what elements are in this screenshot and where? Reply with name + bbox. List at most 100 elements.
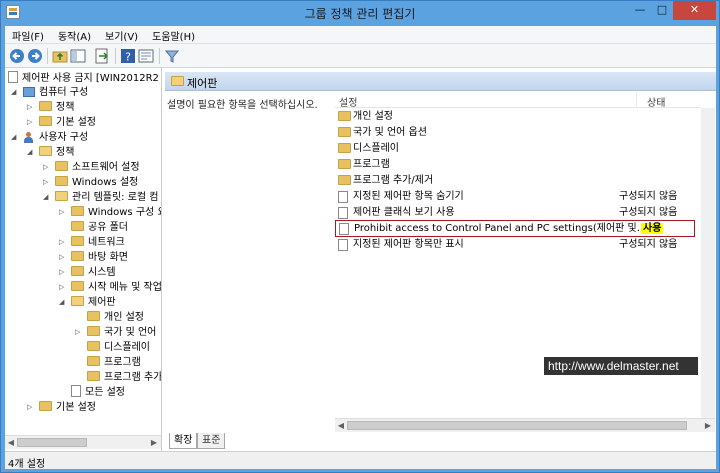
tree-add-programs[interactable]: 프로그램 추가 (87, 370, 161, 385)
detail-header-title: 제어판 (187, 77, 218, 90)
tree-computer-preferences[interactable]: ▷ 기본 설정 (27, 115, 96, 130)
menu-action[interactable]: 동작(A) (51, 26, 98, 45)
column-state[interactable]: 상태 (647, 94, 665, 109)
tree-windows-settings[interactable]: ▷ Windows 설정 (43, 175, 138, 190)
expand-right-icon[interactable]: ▷ (43, 163, 52, 172)
menu-help[interactable]: 도움말(H) (145, 26, 202, 45)
tree-user-config[interactable]: ◢ 사용자 구성 (11, 130, 88, 145)
export-list-icon[interactable] (94, 48, 110, 64)
tree-desktop[interactable]: ▷ 바탕 화면 (59, 250, 128, 265)
folder-icon (39, 116, 52, 126)
tree-computer-policies[interactable]: ▷ 정책 (27, 100, 74, 115)
tree-personalization[interactable]: 개인 설정 (87, 310, 144, 325)
folder-icon (71, 281, 84, 291)
policy-doc-icon (71, 385, 81, 397)
expand-right-icon[interactable]: ▷ (27, 403, 36, 412)
folder-icon (71, 251, 84, 261)
tab-standard[interactable]: 표준 (197, 433, 226, 449)
tree-network[interactable]: ▷ 네트워크 (59, 235, 125, 250)
scrollbar-thumb[interactable] (17, 438, 87, 447)
list-item[interactable]: 개인 설정 (335, 109, 695, 124)
detail-pane: 제어판 설명이 필요한 항목을 선택하십시오. 설정 상태 개인 설정 국가 및… (165, 68, 716, 451)
minimize-button[interactable]: — (629, 1, 651, 20)
folder-icon (338, 175, 351, 185)
tab-extended[interactable]: 확장 (169, 433, 198, 449)
tree-admin-templates[interactable]: ◢ 관리 템플릿: 로컬 컴 (43, 190, 159, 205)
watermark-text: http://www.delmaster.net (544, 357, 698, 375)
expand-right-icon[interactable]: ▷ (59, 268, 68, 277)
tree-display[interactable]: 디스플레이 (87, 340, 150, 355)
tree-start-menu[interactable]: ▷ 시작 메뉴 및 작업 (59, 280, 161, 295)
up-folder-icon[interactable] (52, 48, 68, 64)
properties-icon[interactable] (138, 48, 154, 64)
list-item[interactable]: 프로그램 추가/제거 (335, 173, 695, 188)
status-text: 4개 설정 (8, 459, 46, 470)
expand-right-icon[interactable]: ▷ (59, 283, 68, 292)
tree-system[interactable]: ▷ 시스템 (59, 265, 116, 280)
tree-windows-components[interactable]: ▷ Windows 구성 요 (59, 205, 161, 220)
tree-control-panel[interactable]: ◢ 제어판 (59, 295, 116, 310)
list-item[interactable]: 지정된 제어판 항목 숨기기 구성되지 않음 (335, 189, 695, 204)
expand-down-icon[interactable]: ◢ (11, 133, 20, 142)
tree-user-policies[interactable]: ◢ 정책 (27, 145, 74, 160)
show-hide-tree-icon[interactable] (70, 48, 86, 64)
title-bar[interactable]: 그룹 정책 관리 편집기 — □ ✕ (1, 1, 719, 25)
selected-list-item[interactable]: Prohibit access to Control Panel and PC … (335, 220, 695, 237)
list-horizontal-scrollbar[interactable]: ◀ ▶ (335, 418, 715, 432)
toolbar: ? (5, 44, 716, 68)
scroll-left-icon[interactable]: ◀ (6, 438, 16, 447)
tree-computer-config[interactable]: ◢ 컴퓨터 구성 (11, 85, 88, 100)
expand-right-icon[interactable]: ▷ (59, 208, 68, 217)
policy-doc-icon (338, 239, 348, 251)
filter-icon[interactable] (164, 48, 180, 64)
expand-right-icon[interactable]: ▷ (43, 178, 52, 187)
expand-down-icon[interactable]: ◢ (27, 148, 36, 157)
folder-icon (338, 111, 351, 121)
tree-region-language[interactable]: ▷ 국가 및 언어 (75, 325, 156, 340)
back-arrow-icon[interactable] (9, 48, 25, 64)
tree-software-settings[interactable]: ▷ 소프트웨어 설정 (43, 160, 140, 175)
tree-shared-folders[interactable]: 공유 폴더 (71, 220, 128, 235)
close-button[interactable]: ✕ (673, 1, 716, 20)
expand-down-icon[interactable]: ◢ (43, 193, 52, 202)
expand-right-icon[interactable]: ▷ (27, 118, 36, 127)
scroll-right-icon[interactable]: ▶ (149, 438, 159, 447)
folder-icon (71, 221, 84, 231)
tree-root[interactable]: 제어판 사용 금지 [WIN2012R2 (8, 71, 159, 86)
scroll-left-icon[interactable]: ◀ (336, 421, 346, 430)
menu-view[interactable]: 보기(V) (98, 26, 145, 45)
expand-right-icon[interactable]: ▷ (59, 238, 68, 247)
list-item[interactable]: 프로그램 (335, 157, 695, 172)
list-vertical-scrollbar[interactable] (701, 108, 715, 425)
tree-horizontal-scrollbar[interactable]: ◀ ▶ (5, 435, 161, 449)
list-item[interactable]: 지정된 제어판 항목만 표시 구성되지 않음 (335, 237, 695, 252)
svg-text:?: ? (125, 51, 131, 64)
window: 그룹 정책 관리 편집기 — □ ✕ 파일(F) 동작(A) 보기(V) 도움말(H)… (0, 0, 720, 473)
folder-icon (55, 161, 68, 171)
list-item[interactable]: 제어판 클래식 보기 사용 구성되지 않음 (335, 205, 695, 220)
folder-icon (87, 371, 100, 381)
menu-file[interactable]: 파일(F) (5, 26, 51, 45)
folder-icon (338, 159, 351, 169)
expand-down-icon[interactable]: ◢ (11, 88, 20, 97)
column-divider[interactable] (636, 93, 637, 106)
scrollbar-thumb[interactable] (347, 421, 687, 430)
content-area: 제어판 사용 금지 [WIN2012R2 ◢ 컴퓨터 구성 ▷ 정책 ▷ 기본 설정 … (5, 68, 716, 451)
scroll-right-icon[interactable]: ▶ (703, 421, 713, 430)
forward-arrow-icon[interactable] (27, 48, 43, 64)
tree-pane[interactable]: 제어판 사용 금지 [WIN2012R2 ◢ 컴퓨터 구성 ▷ 정책 ▷ 기본 설정 … (5, 68, 162, 451)
list-item[interactable]: 디스플레이 (335, 141, 695, 156)
expand-right-icon[interactable]: ▷ (75, 328, 84, 337)
settings-list[interactable]: 설정 상태 개인 설정 국가 및 언어 옵션 디스플레이 프로그램 프로그램 추… (335, 91, 715, 432)
tree-all-settings[interactable]: 모든 설정 (71, 385, 125, 400)
tree-user-preferences[interactable]: ▷ 기본 설정 (27, 400, 96, 415)
maximize-button[interactable]: □ (651, 1, 673, 20)
list-item[interactable]: 국가 및 언어 옵션 (335, 125, 695, 140)
column-setting[interactable]: 설정 (339, 94, 357, 109)
expand-right-icon[interactable]: ▷ (27, 103, 36, 112)
expand-down-icon[interactable]: ◢ (59, 298, 68, 307)
help-icon[interactable]: ? (120, 48, 136, 64)
expand-right-icon[interactable]: ▷ (59, 253, 68, 262)
tree-programs[interactable]: 프로그램 (87, 355, 141, 370)
enabled-state-badge: 사용 (641, 223, 664, 234)
